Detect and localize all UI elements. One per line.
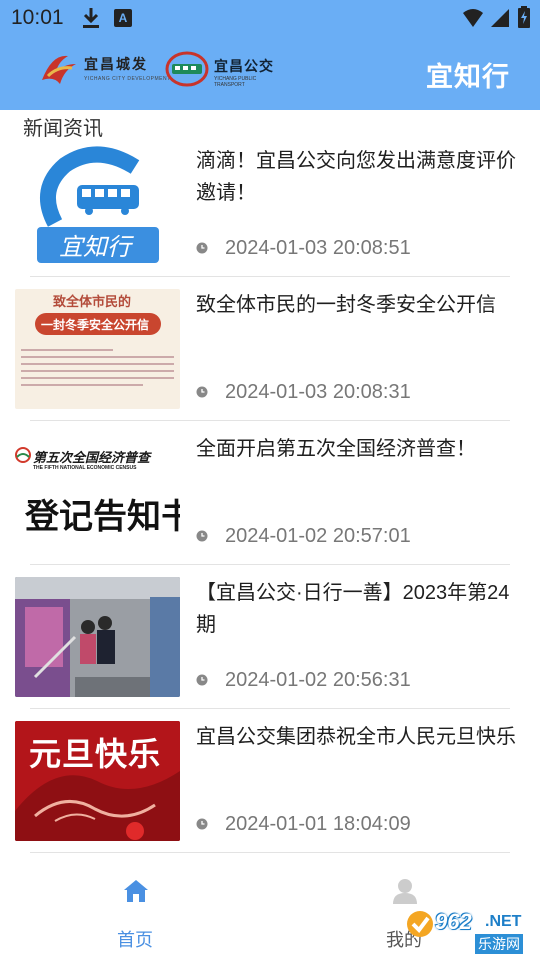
signal-icon — [491, 9, 509, 27]
user-icon — [393, 879, 417, 904]
thumbnail-heading: 第五次全国经济普查 — [33, 450, 151, 465]
city-development-name: 宜昌城发 — [84, 57, 148, 73]
news-item[interactable]: 致全体市民的 一封冬季安全公开信 致全体市民的一封冬季安全公开信 2024-01… — [0, 289, 540, 433]
home-icon — [124, 880, 148, 902]
news-item[interactable]: 宜知行 滴滴！宜昌公交向您发出满意度评价邀请！ 2024-01-03 20:08… — [0, 145, 540, 289]
partner-logos: 宜昌城发 YICHANG CITY DEVELOPMENT 宜昌公交 YICHA… — [38, 50, 278, 90]
public-transport-logo-icon — [165, 51, 209, 87]
download-icon — [83, 8, 99, 28]
news-date: 2024-01-02 20:56:31 — [225, 668, 411, 691]
census-logo-icon — [15, 447, 31, 463]
news-title: 滴滴！宜昌公交向您发出满意度评价邀请！ — [196, 150, 516, 204]
clock-icon — [196, 386, 208, 398]
wifi-icon — [463, 9, 483, 27]
app-title: 宜知行 — [426, 62, 510, 92]
thumbnail-caption: 登记告知书 — [25, 498, 180, 536]
watermark-sub: 乐游网 — [475, 934, 523, 954]
news-meta: 2024-01-01 18:04:09 — [196, 809, 411, 839]
divider — [30, 852, 510, 853]
site-watermark: 962 .NET 乐游网 — [405, 905, 535, 957]
news-item[interactable]: 【宜昌公交·日行一善】2023年第24期 2024-01-02 20:56:31 — [0, 577, 540, 721]
status-bar: 10:01 A — [0, 0, 540, 36]
watermark-logo-icon — [407, 911, 433, 937]
watermark-suffix: .NET — [485, 913, 522, 930]
watermark-brand: 962 — [435, 909, 472, 934]
news-meta: 2024-01-02 20:56:31 — [196, 665, 411, 695]
news-thumbnail: 致全体市民的 一封冬季安全公开信 — [15, 289, 180, 409]
news-thumbnail: 宜知行 — [15, 145, 180, 265]
clock-icon — [196, 674, 208, 686]
thumbnail-text-lines — [21, 349, 174, 391]
news-title: 致全体市民的一封冬季安全公开信 — [196, 294, 496, 316]
divider — [30, 276, 510, 277]
battery-charging-icon — [518, 6, 530, 28]
nav-home[interactable]: 首页 — [75, 862, 195, 960]
news-list: 宜知行 滴滴！宜昌公交向您发出满意度评价邀请！ 2024-01-03 20:08… — [0, 145, 540, 865]
news-thumbnail: 第五次全国经济普查 THE FIFTH NATIONAL ECONOMIC CE… — [15, 433, 180, 553]
news-meta: 2024-01-02 20:57:01 — [196, 521, 411, 551]
news-title: 全面开启第五次全国经济普查！ — [196, 438, 476, 460]
header-bar: 10:01 A 宜昌城发 YICHANG CITY DEVELOPMENT 宜昌… — [0, 0, 540, 110]
status-time: 10:01 — [11, 6, 64, 29]
news-date: 2024-01-02 20:57:01 — [225, 524, 411, 547]
clock-icon — [196, 818, 208, 830]
news-title: 【宜昌公交·日行一善】2023年第24期 — [196, 582, 510, 636]
thumbnail-caption: 宜知行 — [59, 234, 131, 261]
news-date: 2024-01-03 20:08:31 — [225, 380, 411, 403]
city-development-logo-icon — [42, 55, 76, 84]
news-meta: 2024-01-03 20:08:51 — [196, 233, 411, 263]
city-development-subtitle: YICHANG CITY DEVELOPMENT — [84, 76, 171, 82]
thumbnail-heading: 致全体市民的 — [53, 294, 132, 309]
news-thumbnail — [15, 577, 180, 697]
news-date: 2024-01-03 20:08:51 — [225, 236, 411, 259]
section-title: 新闻资讯 — [23, 118, 103, 140]
news-item[interactable]: 元旦快乐 宜昌公交集团恭祝全市人民元旦快乐 2024-01-01 18:04:0… — [0, 721, 540, 865]
divider — [30, 564, 510, 565]
thumbnail-subheading: 一封冬季安全公开信 — [41, 318, 150, 332]
public-transport-subtitle: YICHANG PUBLIC TRANSPORT — [214, 76, 257, 88]
clock-icon — [196, 242, 208, 254]
news-item[interactable]: 第五次全国经济普查 THE FIFTH NATIONAL ECONOMIC CE… — [0, 433, 540, 577]
news-thumbnail: 元旦快乐 — [15, 721, 180, 841]
news-meta: 2024-01-03 20:08:31 — [196, 377, 411, 407]
news-title: 宜昌公交集团恭祝全市人民元旦快乐 — [196, 726, 516, 748]
public-transport-name: 宜昌公交 — [214, 58, 274, 74]
thumbnail-subheading: THE FIFTH NATIONAL ECONOMIC CENSUS — [33, 465, 137, 471]
nav-home-label: 首页 — [117, 930, 153, 950]
app-screen: 10:01 A 宜昌城发 YICHANG CITY DEVELOPMENT 宜昌… — [0, 0, 540, 960]
thumbnail-caption: 元旦快乐 — [29, 736, 162, 772]
divider — [30, 420, 510, 421]
notification-a-icon: A — [114, 9, 132, 27]
divider — [30, 708, 510, 709]
clock-icon — [196, 530, 208, 542]
news-date: 2024-01-01 18:04:09 — [225, 812, 411, 835]
station-photo-image — [15, 577, 180, 697]
